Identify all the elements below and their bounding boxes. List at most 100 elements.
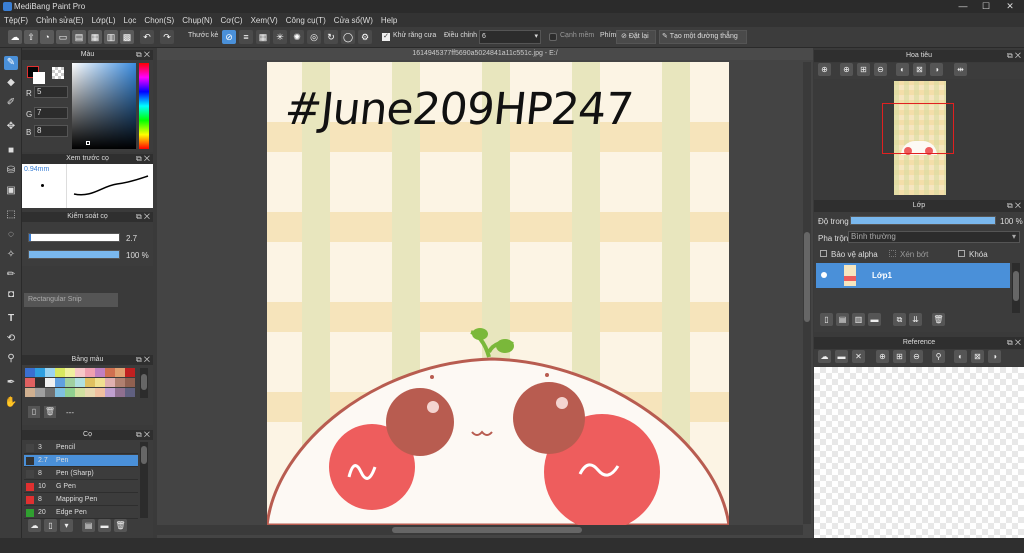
eraser-tool-icon[interactable]: ◆ <box>4 76 18 90</box>
select-eraser-icon[interactable]: ◘ <box>4 288 18 302</box>
ref-rotate-right-icon[interactable]: ◑ <box>988 350 1001 363</box>
palette-swatch[interactable] <box>125 378 135 387</box>
new-8bit-layer-icon[interactable]: ▥ <box>852 313 865 326</box>
palette-scrollbar[interactable] <box>140 368 148 398</box>
ref-reset-icon[interactable]: ⊠ <box>971 350 984 363</box>
rectangle-tool-icon[interactable]: ■ <box>4 144 18 158</box>
brush-list-thumb[interactable] <box>141 446 147 464</box>
drawing-canvas[interactable]: #June209HP247 <box>267 62 729 525</box>
palette-swatch[interactable] <box>45 378 55 387</box>
ref-zoom-in-icon[interactable]: ⊕ <box>876 350 889 363</box>
palette-swatch[interactable] <box>105 368 115 377</box>
cloud-icon[interactable]: ☁ <box>8 30 22 44</box>
copy-brush-icon[interactable]: ▤ <box>82 519 95 532</box>
zoom-out-icon[interactable]: ⊕ <box>840 63 853 76</box>
palette-swatch[interactable] <box>55 378 65 387</box>
reference-canvas[interactable] <box>814 367 1024 538</box>
move-tool-icon[interactable]: ✥ <box>4 120 18 134</box>
grid-page-icon[interactable]: ▩ <box>120 30 134 44</box>
ref-open-icon[interactable]: ▬ <box>835 350 848 363</box>
menu-tools[interactable]: Công cụ(T) <box>286 16 326 25</box>
redo-icon[interactable]: ↷ <box>160 30 174 44</box>
dot-tool-icon[interactable]: ✐ <box>4 96 18 110</box>
bucket-tool-icon[interactable]: ⛁ <box>4 164 18 178</box>
layer-row[interactable]: Lớp1 <box>816 263 1010 288</box>
palette-swatch[interactable] <box>25 378 35 387</box>
palette-swatch[interactable] <box>45 388 55 397</box>
palette-swatch[interactable] <box>75 388 85 397</box>
fit-icon[interactable]: ⊞ <box>857 63 870 76</box>
hand-tool-icon[interactable]: ✋ <box>4 396 18 410</box>
brush-menu-icon[interactable]: ▾ <box>60 519 73 532</box>
g-value-field[interactable]: 7 <box>34 107 68 119</box>
select-pen-icon[interactable]: ✏ <box>4 268 18 282</box>
palette-swatch[interactable] <box>65 368 75 377</box>
magic-wand-tool-icon[interactable]: ✧ <box>4 248 18 262</box>
ref-fit-icon[interactable]: ⊞ <box>893 350 906 363</box>
palette-swatch[interactable] <box>125 368 135 377</box>
page-icon[interactable]: ▥ <box>104 30 118 44</box>
document-icon[interactable]: ▦ <box>88 30 102 44</box>
radial-ruler-icon[interactable]: ✳ <box>273 30 287 44</box>
palette-swatch[interactable] <box>85 378 95 387</box>
palette-swatch[interactable] <box>95 388 105 397</box>
zoom-in-icon[interactable]: ⊕ <box>818 63 831 76</box>
menu-file[interactable]: Tệp(F) <box>4 16 28 25</box>
eyedropper-tool-icon[interactable]: ⚲ <box>4 352 18 366</box>
menu-brush[interactable]: Cơ(C) <box>220 16 242 25</box>
rotate-right-icon[interactable]: ◑ <box>930 63 943 76</box>
operation-tool-icon[interactable]: ⟲ <box>4 332 18 346</box>
palette-swatch[interactable] <box>25 388 35 397</box>
palette-swatch[interactable] <box>75 378 85 387</box>
ref-zoom-out-icon[interactable]: ⊖ <box>910 350 923 363</box>
palette-swatch[interactable] <box>95 378 105 387</box>
select-tool-icon[interactable]: ⬚ <box>4 208 18 222</box>
brush-list-scrollbar[interactable] <box>140 442 148 518</box>
palette-scroll-thumb[interactable] <box>141 374 147 390</box>
parallel-ruler-icon[interactable]: ≡ <box>239 30 253 44</box>
palette-swatch[interactable] <box>45 368 55 377</box>
protect-alpha-checkbox[interactable] <box>820 250 827 257</box>
merge-layer-icon[interactable]: ⇊ <box>909 313 922 326</box>
delete-palette-icon[interactable]: 🗑 <box>44 406 56 418</box>
layer-folder-icon[interactable]: ▬ <box>868 313 881 326</box>
palette-swatch[interactable] <box>115 378 125 387</box>
gradient-tool-icon[interactable]: ▣ <box>4 184 18 198</box>
text-tool-icon[interactable]: T <box>4 312 18 326</box>
close-button[interactable]: ✕ <box>999 0 1021 13</box>
palette-swatch[interactable] <box>85 368 95 377</box>
saturation-value-picker[interactable] <box>72 63 136 149</box>
brush-item-pen[interactable]: 2.7 Pen <box>24 455 138 467</box>
palette-swatch[interactable] <box>105 378 115 387</box>
straight-line-button[interactable]: ✎ Tạo một đường thẳng <box>659 30 747 44</box>
layer-list-scrollbar[interactable] <box>1012 263 1020 313</box>
ref-eyedropper-icon[interactable]: ⚲ <box>932 350 945 363</box>
layer-scroll-thumb[interactable] <box>1013 271 1019 301</box>
chat-icon[interactable]: ▭ <box>56 30 70 44</box>
eye-icon[interactable] <box>821 272 827 278</box>
delete-brush-icon[interactable]: 🗑 <box>114 519 127 532</box>
pen-tool-icon[interactable]: ✒ <box>4 376 18 390</box>
cloud-brush-icon[interactable]: ☁ <box>28 519 41 532</box>
lock-checkbox[interactable] <box>958 250 965 257</box>
menu-layer[interactable]: Lớp(L) <box>92 16 116 25</box>
folder-brush-icon[interactable]: ▬ <box>98 519 111 532</box>
burst-ruler-icon[interactable]: ✺ <box>290 30 304 44</box>
ellipse-ruler-icon[interactable]: ◯ <box>341 30 355 44</box>
settings-icon[interactable]: ⚙ <box>358 30 372 44</box>
curve-ruler-icon[interactable]: ↻ <box>324 30 338 44</box>
palette-swatch[interactable] <box>25 368 35 377</box>
palette-swatch[interactable] <box>35 378 45 387</box>
canvas-h-thumb[interactable] <box>392 527 582 533</box>
palette-swatch[interactable] <box>125 388 135 397</box>
ref-close-icon[interactable]: ✕ <box>852 350 865 363</box>
palette-swatch[interactable] <box>65 388 75 397</box>
menu-snap[interactable]: Chụp(N) <box>182 16 212 25</box>
menu-help[interactable]: Help <box>381 16 397 25</box>
palette-swatch[interactable] <box>115 388 125 397</box>
concentric-ruler-icon[interactable]: ◎ <box>307 30 321 44</box>
document-tab[interactable]: 1614945377ff5690a5024841a11c551c.jpg - E… <box>157 48 813 60</box>
menu-select[interactable]: Chọn(S) <box>144 16 174 25</box>
brush-item-mapping-pen[interactable]: 8 Mapping Pen <box>24 494 138 506</box>
ref-rotate-left-icon[interactable]: ◐ <box>954 350 967 363</box>
